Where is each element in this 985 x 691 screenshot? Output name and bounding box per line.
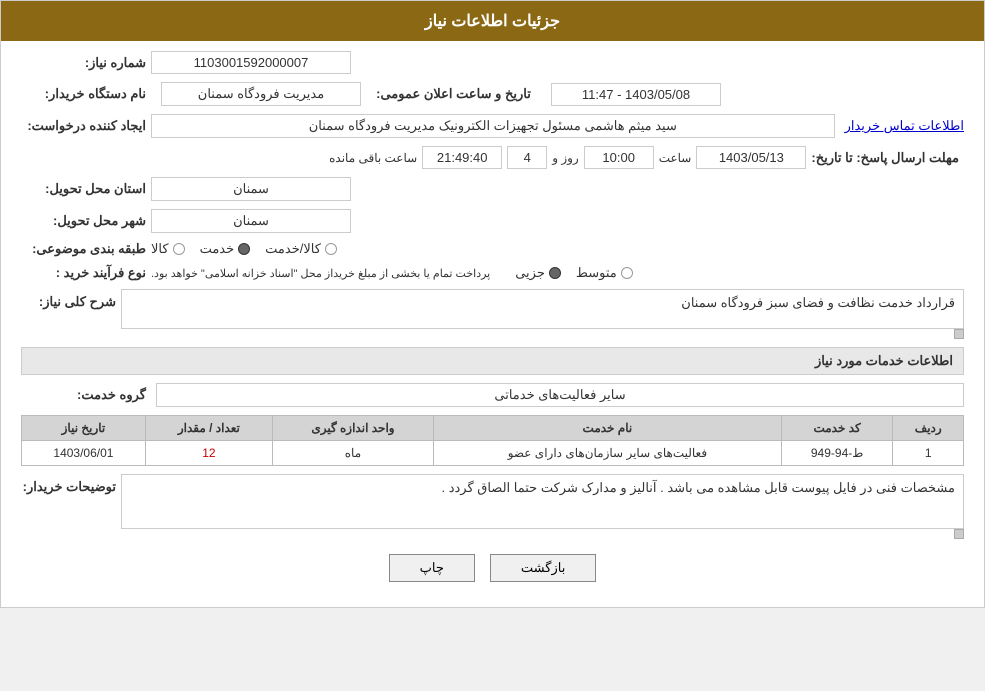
contact-link[interactable]: اطلاعات تماس خریدار [845,118,964,134]
purchase-type-note: پرداخت تمام یا بخشی از مبلغ خریداز محل "… [151,267,490,280]
radio-jozi-icon [549,267,561,279]
category-radio-group: کالا/خدمت خدمت کالا [151,241,337,257]
buyer-description-section: توضیحات خریدار: مشخصات فنی در فایل پیوست… [21,474,964,539]
radio-kala-khedmat-icon [325,243,337,255]
agency-announce-row: نام دستگاه خریدار: مدیریت فرودگاه سمنان … [21,82,964,106]
agency-label: نام دستگاه خریدار: [21,86,151,102]
agency-value: مدیریت فرودگاه سمنان [161,82,361,106]
col-quantity: تعداد / مقدار [145,416,272,441]
page-wrapper: جزئیات اطلاعات نیاز شماره نیاز: 11030015… [0,0,985,608]
creator-row: ایجاد کننده درخواست: سید میثم هاشمی مسئو… [21,114,964,138]
city-value: سمنان [151,209,351,233]
city-row: شهر محل تحویل: سمنان [21,209,964,233]
province-value: سمنان [151,177,351,201]
purchase-type-jozi-label: جزیی [515,265,545,281]
cell-code: ط-94-949 [781,441,893,466]
radio-motavaset-icon [621,267,633,279]
province-label: استان محل تحویل: [21,181,151,197]
description-container: قرارداد خدمت نظافت و فضای سبز فرودگاه سم… [121,289,964,339]
deadline-remaining-label: ساعت باقی مانده [329,151,417,165]
category-label: طبقه بندی موضوعی: [21,241,151,257]
table-header-row: ردیف کد خدمت نام خدمت واحد اندازه گیری ت… [22,416,964,441]
announce-date-value: 1403/05/08 - 11:47 [551,83,721,106]
cell-quantity: 12 [145,441,272,466]
need-number-row: شماره نیاز: 1103001592000007 [21,51,964,74]
city-label: شهر محل تحویل: [21,213,151,229]
back-button[interactable]: بازگشت [490,554,596,582]
buyer-description-label: توضیحات خریدار: [21,474,121,495]
buyer-description-value: مشخصات فنی در فایل پیوست قابل مشاهده می … [121,474,964,529]
need-number-value: 1103001592000007 [151,51,351,74]
description-label: شرح کلی نیاز: [21,289,121,310]
col-date: تاریخ نیاز [22,416,146,441]
page-header: جزئیات اطلاعات نیاز [1,1,984,41]
col-code: کد خدمت [781,416,893,441]
province-row: استان محل تحویل: سمنان [21,177,964,201]
service-group-value: سایر فعالیت‌های خدماتی [156,383,964,407]
table-body: 1ط-94-949فعالیت‌های سایر سازمان‌های دارا… [22,441,964,466]
page-title: جزئیات اطلاعات نیاز [425,13,560,30]
services-section-title: اطلاعات خدمات مورد نیاز [21,347,964,375]
deadline-days-label: روز و [552,151,579,165]
table-row: 1ط-94-949فعالیت‌های سایر سازمان‌های دارا… [22,441,964,466]
cell-unit: ماه [272,441,433,466]
button-row: بازگشت چاپ [21,554,964,582]
radio-khedmat-icon [238,243,250,255]
buyer-description-container: مشخصات فنی در فایل پیوست قابل مشاهده می … [121,474,964,539]
cell-date: 1403/06/01 [22,441,146,466]
resize-handle-icon[interactable] [954,329,964,339]
content-area: شماره نیاز: 1103001592000007 نام دستگاه … [1,41,984,607]
table-header: ردیف کد خدمت نام خدمت واحد اندازه گیری ت… [22,416,964,441]
deadline-time-label: ساعت [659,151,692,165]
purchase-type-row: نوع فرآیند خرید : متوسط جزیی پرداخت تمام… [21,265,964,281]
need-description-section: شرح کلی نیاز: قرارداد خدمت نظافت و فضای … [21,289,964,339]
col-row: ردیف [893,416,964,441]
deadline-date: 1403/05/13 [696,146,806,169]
cell-name: فعالیت‌های سایر سازمان‌های دارای عضو [434,441,782,466]
purchase-type-radio-group: متوسط جزیی پرداخت تمام یا بخشی از مبلغ خ… [151,265,633,281]
service-group-row: گروه خدمت: سایر فعالیت‌های خدماتی [21,383,964,407]
print-button[interactable]: چاپ [389,554,475,582]
category-row: طبقه بندی موضوعی: کالا/خدمت خدمت کالا [21,241,964,257]
deadline-row: مهلت ارسال پاسخ: تا تاریخ: 1403/05/13 سا… [21,146,964,169]
services-table: ردیف کد خدمت نام خدمت واحد اندازه گیری ت… [21,415,964,466]
deadline-remaining: 21:49:40 [422,146,502,169]
col-unit: واحد اندازه گیری [272,416,433,441]
col-name: نام خدمت [434,416,782,441]
need-number-label: شماره نیاز: [21,55,151,71]
deadline-time: 10:00 [584,146,654,169]
category-option-khedmat[interactable]: خدمت [200,241,251,257]
category-khedmat-label: خدمت [200,241,235,257]
radio-kala-icon [173,243,185,255]
deadline-days: 4 [507,146,547,169]
category-option-kala-khedmat[interactable]: کالا/خدمت [265,241,337,257]
purchase-type-motavaset-label: متوسط [576,265,617,281]
creator-value: سید میثم هاشمی مسئول تجهیزات الکترونیک م… [151,114,835,138]
purchase-type-label: نوع فرآیند خرید : [21,265,151,281]
creator-label: ایجاد کننده درخواست: [21,118,151,134]
purchase-type-jozi[interactable]: جزیی [515,265,561,281]
category-kala-khedmat-label: کالا/خدمت [265,241,321,257]
service-group-label: گروه خدمت: [21,387,151,403]
buyer-resize-handle-icon[interactable] [954,529,964,539]
purchase-type-motavaset[interactable]: متوسط [576,265,633,281]
category-kala-label: کالا [151,241,169,257]
description-value: قرارداد خدمت نظافت و فضای سبز فرودگاه سم… [121,289,964,329]
category-option-kala[interactable]: کالا [151,241,185,257]
deadline-label: مهلت ارسال پاسخ: تا تاریخ: [811,150,964,166]
cell-row: 1 [893,441,964,466]
announce-date-label: تاریخ و ساعت اعلان عمومی: [371,86,541,102]
